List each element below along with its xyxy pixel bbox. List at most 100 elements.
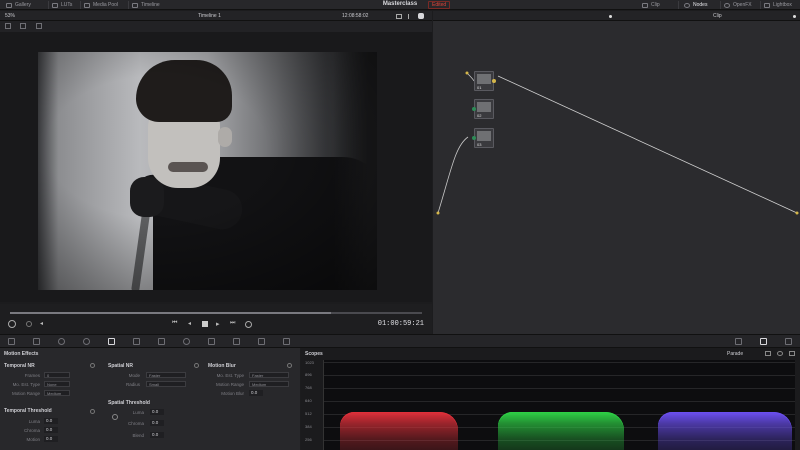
temporal-luma-value[interactable]: 0.0	[44, 418, 58, 424]
spatial-radius-select[interactable]: Small	[146, 381, 186, 387]
menu-luts[interactable]: LUTs	[52, 1, 72, 9]
link-icon[interactable]	[112, 414, 118, 420]
options-icon[interactable]	[793, 15, 796, 18]
node-mode-label[interactable]: Clip	[713, 13, 722, 19]
blur-icon[interactable]	[233, 338, 240, 345]
reset-icon[interactable]	[90, 363, 95, 368]
aspect-icon[interactable]	[396, 14, 402, 19]
menu-timeline[interactable]: Timeline	[132, 1, 160, 9]
sizing-icon[interactable]	[283, 338, 290, 345]
grid-icon[interactable]	[5, 23, 11, 29]
curves-icon[interactable]	[133, 338, 140, 345]
node-01[interactable]: 01	[474, 71, 496, 91]
reset-icon[interactable]	[287, 363, 292, 368]
zoom-level[interactable]: 53%	[5, 13, 15, 19]
spatial-chroma-label: Chroma	[127, 421, 144, 426]
color-wheels-icon[interactable]	[58, 338, 65, 345]
scope-y-label: 640	[305, 398, 312, 403]
wipe-icon[interactable]	[408, 14, 412, 19]
media-pool-icon	[84, 2, 90, 8]
blur-mo-est-type-select[interactable]: Faster	[249, 372, 289, 378]
temporal-motion-value[interactable]: 0.0	[44, 436, 58, 442]
play-icon[interactable]: ▸	[216, 320, 220, 328]
node-03[interactable]: 03	[472, 128, 494, 148]
temporal-chroma-value[interactable]: 0.0	[44, 427, 58, 433]
timeline-name[interactable]: Timeline 1	[198, 13, 221, 19]
motion-blur-value[interactable]: 0.0	[249, 390, 263, 396]
menu-media-pool[interactable]: Media Pool	[84, 1, 118, 9]
source-input-dot[interactable]	[436, 211, 440, 215]
nodes-icon	[684, 2, 690, 8]
blur-motion-range-select[interactable]: Medium	[249, 381, 289, 387]
menu-gallery[interactable]: Gallery	[6, 1, 31, 9]
loop-options-icon[interactable]	[26, 321, 32, 327]
info-icon[interactable]	[785, 338, 792, 345]
mo-est-type-select[interactable]: None	[44, 381, 70, 387]
palette-toolbar	[0, 334, 800, 348]
connection-input-01	[466, 72, 475, 82]
scope-y-label: 512	[305, 411, 312, 416]
first-frame-icon[interactable]: ⏮	[172, 320, 177, 327]
loop-icon[interactable]	[245, 321, 252, 328]
motion-range-select[interactable]: Medium	[44, 390, 70, 396]
reset-icon[interactable]	[194, 363, 199, 368]
node-input-dot[interactable]	[472, 136, 476, 140]
luts-icon	[52, 2, 58, 8]
temporal-luma-label: Luma	[28, 419, 40, 424]
spatial-luma-label: Luma	[132, 410, 144, 415]
connection-input-03	[437, 136, 469, 214]
last-frame-icon[interactable]: ⏭	[230, 320, 235, 327]
menu-nodes[interactable]: Nodes	[684, 1, 707, 9]
split-icon[interactable]	[20, 23, 26, 29]
stop-icon[interactable]	[202, 321, 208, 327]
menu-openfx[interactable]: OpenFX	[724, 1, 752, 9]
close-icon[interactable]	[36, 23, 42, 29]
audio-icon[interactable]	[8, 320, 16, 328]
rewind-icon[interactable]: ◂	[188, 320, 191, 327]
more-icon[interactable]	[609, 15, 612, 18]
node-label: 02	[477, 113, 482, 118]
tracker-icon[interactable]	[208, 338, 215, 345]
node-editor[interactable]: 01 02 03	[433, 21, 800, 334]
node-input-dot[interactable]	[465, 71, 469, 75]
spatial-blend-value[interactable]: 0.0	[150, 432, 164, 438]
scope-expand-icon[interactable]	[789, 351, 795, 356]
node-02[interactable]: 02	[472, 99, 494, 119]
source-timecode: 12:08:58:02	[342, 13, 369, 19]
scope-settings-icon[interactable]	[777, 351, 783, 356]
blur-motion-range-label: Motion Range	[215, 382, 244, 387]
spatial-mode-select[interactable]: Faster	[146, 372, 186, 378]
qualifier-icon[interactable]	[158, 338, 165, 345]
keyframes-icon[interactable]	[735, 338, 742, 345]
source-output-dot[interactable]	[795, 211, 799, 215]
menu-lightbox[interactable]: Lightbox	[764, 1, 792, 9]
node-thumbnail	[477, 74, 491, 84]
camera-raw-icon[interactable]	[8, 338, 15, 345]
speaker-icon[interactable]: ◂	[40, 320, 43, 327]
color-match-icon[interactable]	[33, 338, 40, 345]
motion-effects-panel: Motion Effects Temporal NR Frames 0 Mo. …	[0, 348, 300, 450]
rgb-mixer-icon[interactable]	[83, 338, 90, 345]
spatial-luma-value[interactable]: 0.0	[150, 409, 164, 415]
node-input-dot[interactable]	[472, 107, 476, 111]
motion-range-label: Motion Range	[11, 391, 40, 396]
spatial-radius-label: Radius	[125, 382, 140, 387]
motion-effects-icon[interactable]	[108, 338, 115, 345]
edited-badge: Edited	[428, 1, 451, 9]
viewer-frame[interactable]	[38, 52, 377, 290]
scope-mode-select[interactable]: Parade	[727, 351, 743, 357]
panel-title: Motion Effects	[4, 351, 39, 357]
scopes-icon[interactable]	[760, 338, 767, 345]
temporal-motion-label: Motion	[26, 437, 40, 442]
current-timecode: 01:00:59:21	[377, 320, 424, 328]
window-icon[interactable]	[183, 338, 190, 345]
hand-icon[interactable]	[418, 13, 424, 19]
clip-icon	[642, 2, 648, 8]
key-icon[interactable]	[258, 338, 265, 345]
menu-clip[interactable]: Clip	[642, 1, 660, 9]
reset-icon[interactable]	[90, 409, 95, 414]
frames-select[interactable]: 0	[44, 372, 70, 378]
scope-layout-icon[interactable]	[765, 351, 771, 356]
spatial-chroma-value[interactable]: 0.0	[150, 420, 164, 426]
node-output-dot[interactable]	[492, 79, 496, 83]
